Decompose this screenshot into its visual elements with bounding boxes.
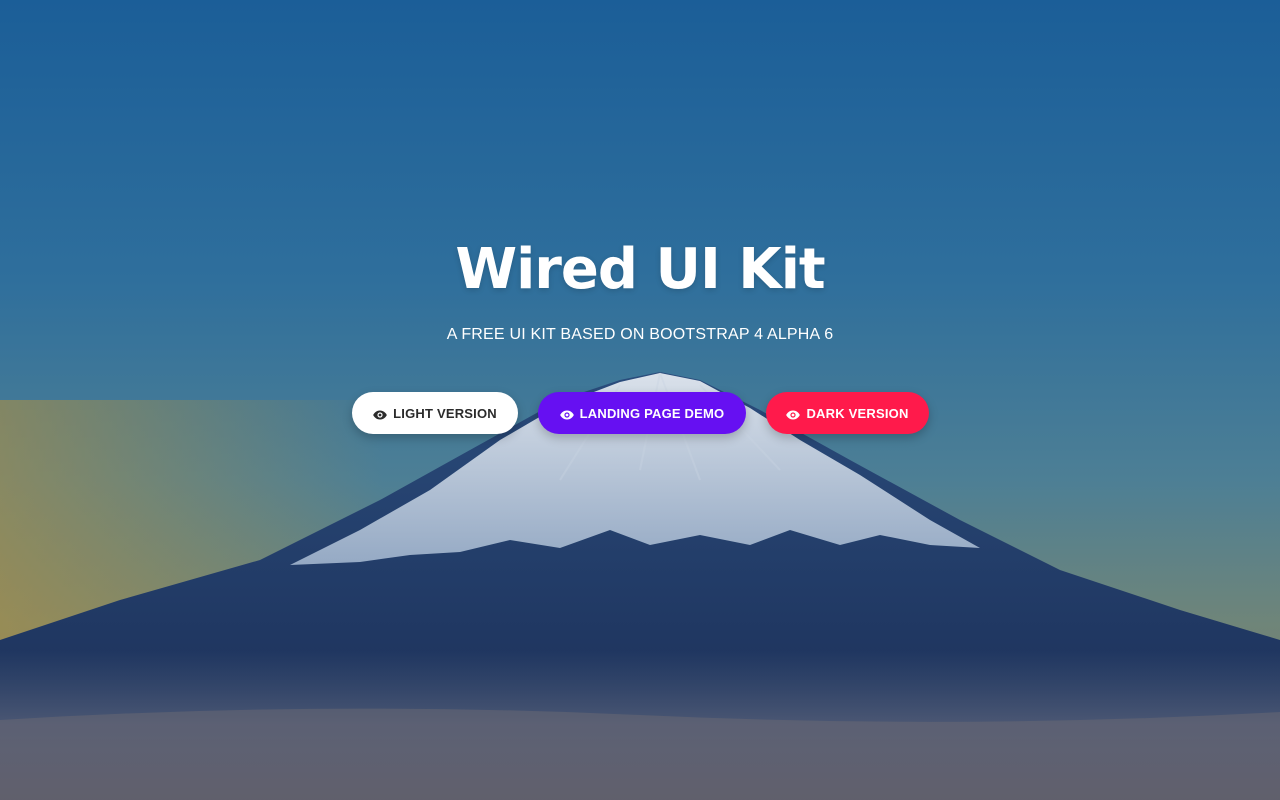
eye-icon — [559, 408, 574, 420]
light-version-button[interactable]: LIGHT VERSION — [352, 392, 518, 434]
page-title: Wired UI Kit — [455, 237, 825, 302]
dark-version-button[interactable]: DARK VERSION — [766, 392, 929, 434]
page-subtitle: A FREE UI KIT BASED ON BOOTSTRAP 4 ALPHA… — [446, 326, 834, 343]
hero-section: Wired UI Kit A FREE UI KIT BASED ON BOOT… — [0, 0, 1280, 800]
landing-page-demo-button[interactable]: LANDING PAGE DEMO — [538, 392, 746, 434]
light-version-label: LIGHT VERSION — [393, 405, 497, 421]
dark-version-label: DARK VERSION — [806, 405, 909, 421]
landing-page-demo-label: LANDING PAGE DEMO — [579, 405, 725, 421]
eye-icon — [786, 408, 801, 420]
eye-icon — [373, 408, 387, 420]
